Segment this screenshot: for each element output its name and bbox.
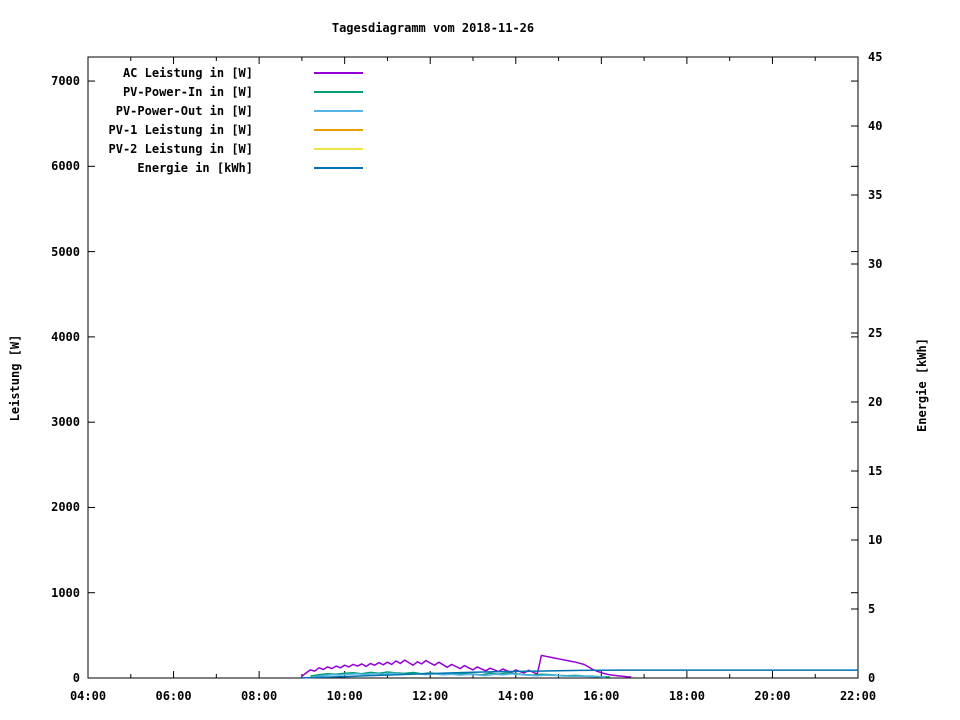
chart-canvas: Tagesdiagramm vom 2018-11-26 Leistung [W… bbox=[0, 0, 960, 720]
x-tick-label: 08:00 bbox=[241, 689, 278, 703]
legend-item-label: PV-1 Leistung in [W] bbox=[108, 123, 254, 137]
y-right-tick-label: 45 bbox=[868, 50, 883, 64]
legend-item-label: AC Leistung in [W] bbox=[122, 66, 253, 80]
x-tick-label: 10:00 bbox=[326, 689, 363, 703]
legend-item-label: PV-Power-In in [W] bbox=[122, 85, 253, 99]
legend-item-label: PV-2 Leistung in [W] bbox=[108, 142, 254, 156]
y-right-tick-label: 5 bbox=[868, 602, 876, 616]
y-left-tick-label: 2000 bbox=[51, 500, 80, 515]
chart-title: Tagesdiagramm vom 2018-11-26 bbox=[331, 21, 535, 35]
y-axis-label-right: Energie [kWh] bbox=[915, 338, 929, 432]
y-right-tick-label: 25 bbox=[868, 326, 883, 340]
y-axis-label-left: Leistung [W] bbox=[8, 334, 22, 422]
y-right-tick-label: 0 bbox=[868, 671, 876, 685]
x-tick-label: 06:00 bbox=[155, 689, 192, 703]
x-tick-label: 12:00 bbox=[412, 689, 449, 703]
y-left-tick-label: 0 bbox=[72, 671, 80, 685]
x-tick-label: 20:00 bbox=[754, 689, 791, 703]
y-left-tick-label: 3000 bbox=[51, 415, 80, 430]
y-left-tick-label: 5000 bbox=[51, 244, 80, 259]
x-tick-label: 22:00 bbox=[839, 689, 877, 703]
legend-item-label: Energie in [kWh] bbox=[137, 161, 253, 175]
x-tick-label: 04:00 bbox=[69, 689, 107, 703]
y-left-tick-label: 4000 bbox=[51, 329, 80, 344]
y-right-tick-label: 40 bbox=[868, 119, 883, 133]
y-right-tick-label: 20 bbox=[868, 395, 883, 409]
y-right-tick-label: 10 bbox=[868, 533, 883, 547]
x-tick-label: 18:00 bbox=[668, 689, 705, 703]
y-right-tick-label: 15 bbox=[868, 464, 883, 478]
x-tick-label: 14:00 bbox=[497, 689, 534, 703]
y-right-tick-label: 30 bbox=[868, 257, 883, 271]
x-tick-label: 16:00 bbox=[583, 689, 620, 703]
y-left-tick-label: 1000 bbox=[51, 585, 80, 600]
legend-item-label: PV-Power-Out in [W] bbox=[115, 104, 253, 118]
y-right-tick-label: 35 bbox=[868, 188, 883, 202]
